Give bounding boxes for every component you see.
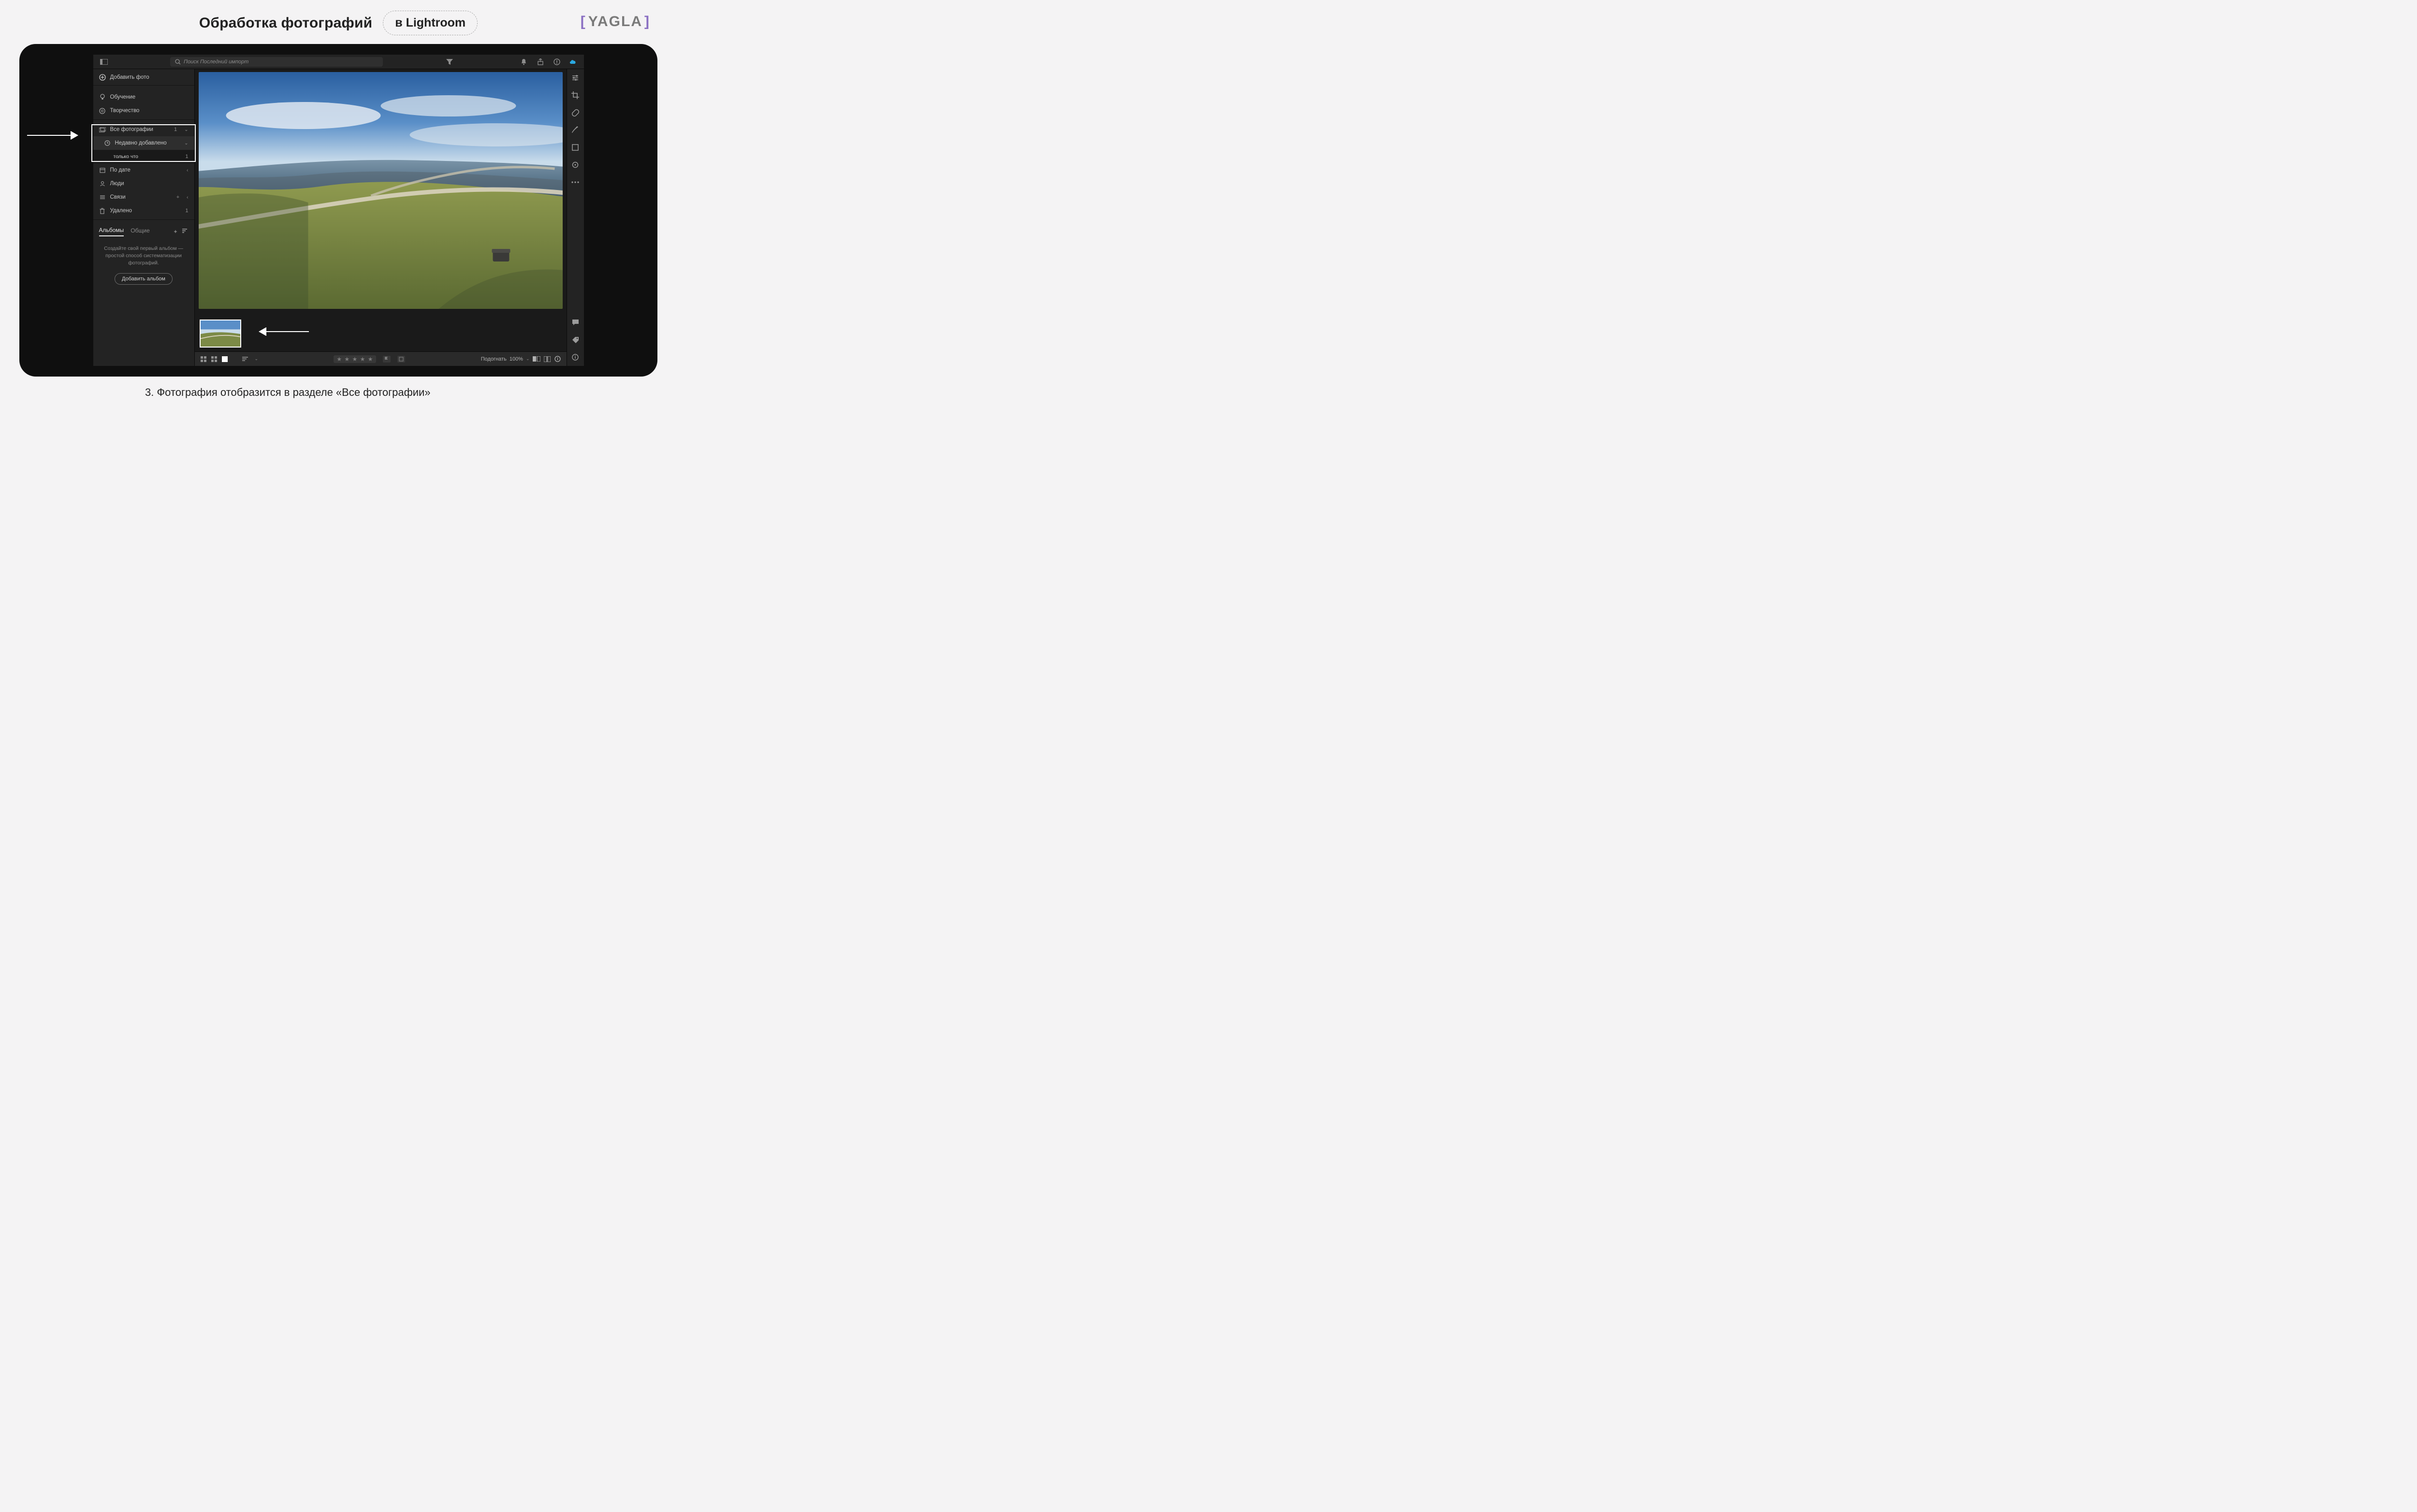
- filmstrip-thumbnail[interactable]: [200, 320, 241, 348]
- right-toolbar: [567, 69, 584, 366]
- page-title: Обработка фотографий: [199, 15, 372, 31]
- plus-circle-icon: [99, 74, 106, 81]
- radial-gradient-icon[interactable]: [569, 159, 581, 171]
- viewer-panel: ⌄ ★ ★ ★ ★ ★ Подогнать 100% ⌄: [195, 69, 567, 366]
- add-album-icon[interactable]: +: [174, 228, 177, 235]
- chevron-down-icon: ⌄: [184, 127, 188, 132]
- add-photos-button[interactable]: Добавить фото: [93, 69, 194, 86]
- info-circle-icon[interactable]: [554, 355, 562, 363]
- page-pill: в Lightroom: [383, 11, 478, 35]
- star-icons: ★ ★ ★ ★ ★: [336, 356, 373, 363]
- edit-sliders-icon[interactable]: [569, 72, 581, 84]
- flag-reject-icon[interactable]: [397, 356, 405, 363]
- filmstrip[interactable]: [195, 316, 567, 351]
- before-after-icon[interactable]: [533, 355, 540, 363]
- search-input[interactable]: Поиск Последний импорт: [170, 57, 383, 67]
- add-album-button[interactable]: Добавить альбом: [115, 273, 173, 285]
- sidebar: Добавить фото Обучение Творчество Все фо…: [93, 69, 195, 366]
- crop-icon[interactable]: [569, 89, 581, 101]
- chevron-left-icon: ‹: [187, 195, 188, 200]
- sort-albums-icon[interactable]: [182, 228, 189, 235]
- app-body: Добавить фото Обучение Творчество Все фо…: [93, 69, 584, 366]
- linear-gradient-icon[interactable]: [569, 142, 581, 153]
- bell-icon[interactable]: [518, 56, 530, 68]
- fit-label[interactable]: Подогнать: [481, 356, 507, 362]
- split-view-icon[interactable]: [543, 355, 551, 363]
- person-icon: [99, 180, 106, 187]
- annotation-arrow-left: [26, 130, 79, 141]
- filter-icon[interactable]: [444, 56, 455, 68]
- single-view-icon[interactable]: [221, 355, 229, 363]
- more-icon[interactable]: [569, 176, 581, 188]
- bottom-bar: ⌄ ★ ★ ★ ★ ★ Подогнать 100% ⌄: [195, 351, 567, 366]
- photo-viewport[interactable]: [195, 69, 567, 316]
- images-icon: [99, 126, 106, 133]
- calendar-icon: [99, 167, 106, 174]
- heal-icon[interactable]: [569, 107, 581, 118]
- albums-empty-state: Создайте свой первый альбом — простой сп…: [93, 239, 194, 285]
- annotation-arrow-filmstrip: [258, 326, 311, 337]
- sidebar-item-recent[interactable]: Недавно добавлено ⌄: [93, 136, 194, 150]
- tag-icon[interactable]: [569, 334, 581, 346]
- help-icon[interactable]: [551, 56, 563, 68]
- tab-shared[interactable]: Общие: [131, 227, 149, 236]
- sidebar-item-deleted[interactable]: Удалено 1: [93, 204, 194, 218]
- comments-icon[interactable]: [569, 317, 581, 328]
- clock-icon: [104, 140, 111, 146]
- search-icon: [175, 59, 181, 65]
- sidebar-item-learn[interactable]: Обучение: [93, 90, 194, 104]
- panel-toggle-icon[interactable]: [98, 56, 110, 68]
- chevron-down-icon[interactable]: ⌄: [255, 356, 259, 362]
- top-bar: Поиск Последний импорт: [93, 55, 584, 69]
- chevron-down-icon: ⌄: [184, 141, 188, 146]
- sidebar-item-all-photos[interactable]: Все фотографии 1 ⌄: [93, 123, 194, 136]
- lightbulb-icon: [99, 94, 106, 101]
- chevron-left-icon: ‹: [187, 168, 188, 173]
- flag-pick-icon[interactable]: [383, 356, 391, 363]
- tab-albums[interactable]: Альбомы: [99, 227, 124, 236]
- brand-logo: [YAGLA]: [581, 14, 650, 30]
- chevron-down-icon[interactable]: ⌄: [526, 356, 530, 362]
- trash-icon: [99, 207, 106, 214]
- sidebar-item-by-date[interactable]: По дате ‹: [93, 163, 194, 177]
- brush-icon[interactable]: [569, 124, 581, 136]
- info-icon[interactable]: [569, 351, 581, 363]
- main-photo: [199, 72, 563, 309]
- aperture-icon: [99, 107, 106, 114]
- albums-header: Альбомы Общие +: [93, 223, 194, 239]
- sidebar-item-people[interactable]: Люди: [93, 177, 194, 190]
- grid-small-icon[interactable]: [200, 355, 207, 363]
- screenshot-card: Поиск Последний импорт Добавить фото: [19, 44, 657, 377]
- star-rating[interactable]: ★ ★ ★ ★ ★: [334, 355, 376, 363]
- sidebar-item-creativity[interactable]: Творчество: [93, 104, 194, 117]
- stack-icon: [99, 194, 106, 201]
- view-mode-switch: [200, 355, 229, 363]
- zoom-value[interactable]: 100%: [510, 356, 523, 362]
- page-caption: 3. Фотография отобразится в разделе «Все…: [0, 383, 677, 413]
- page-header: Обработка фотографий в Lightroom [YAGLA]: [0, 0, 677, 44]
- add-photos-label: Добавить фото: [110, 74, 149, 80]
- cloud-sync-icon[interactable]: [568, 56, 579, 68]
- lightroom-app-window: Поиск Последний импорт Добавить фото: [93, 55, 584, 366]
- search-placeholder: Поиск Последний импорт: [184, 59, 248, 65]
- share-icon[interactable]: [535, 56, 546, 68]
- grid-large-icon[interactable]: [210, 355, 218, 363]
- sort-order-icon[interactable]: [242, 355, 250, 363]
- sidebar-item-recent-just-now[interactable]: только что 1: [93, 150, 194, 163]
- sidebar-item-links[interactable]: Связи + ‹: [93, 190, 194, 204]
